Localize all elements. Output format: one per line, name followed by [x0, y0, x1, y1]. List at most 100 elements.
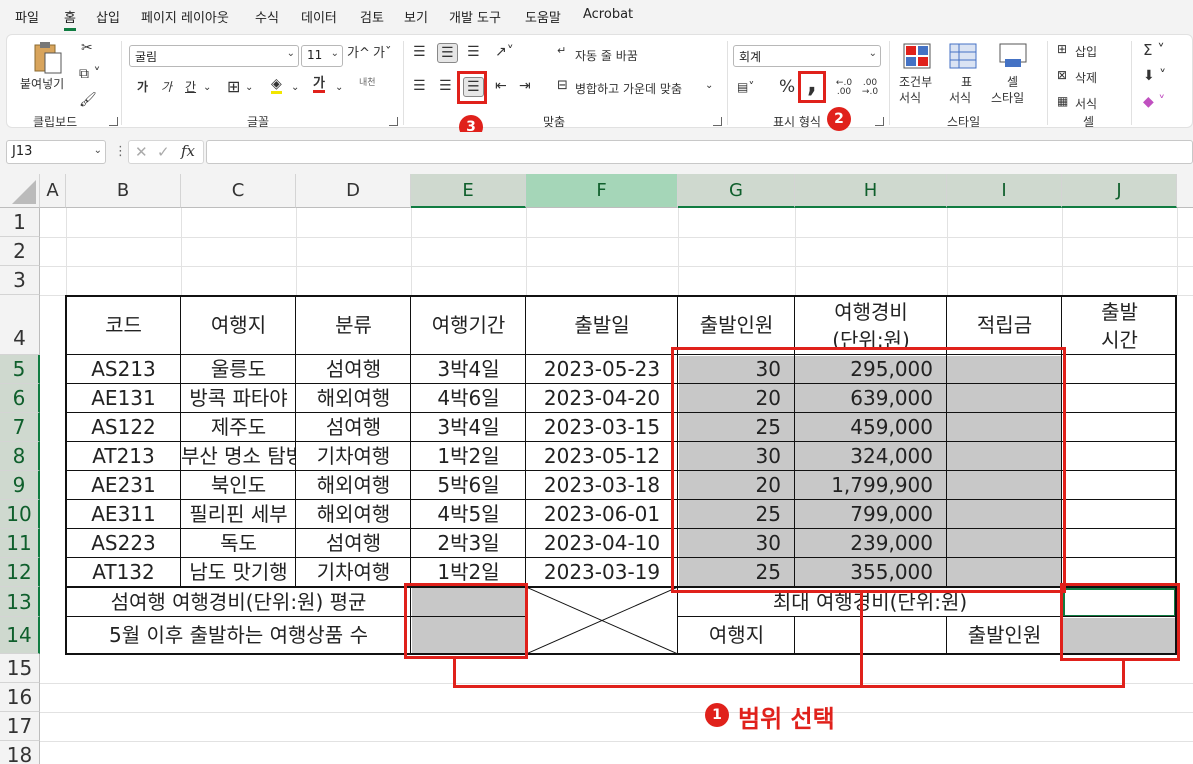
shrink-font-icon[interactable]: 가ˇ: [373, 47, 391, 60]
insert-cells-button[interactable]: 삽입: [1075, 43, 1097, 60]
chevron-down-icon[interactable]: ⌄: [245, 83, 253, 93]
tab-review[interactable]: 검토: [360, 7, 384, 26]
number-launcher-icon[interactable]: [875, 117, 884, 126]
comma-style-icon[interactable]: ,: [807, 71, 817, 97]
cell-category[interactable]: 해외여행: [296, 384, 411, 413]
row-header[interactable]: 15: [0, 654, 40, 683]
row-header[interactable]: 7: [0, 413, 40, 442]
cell-destination[interactable]: 필리핀 세부: [181, 500, 296, 529]
paste-button[interactable]: 붙여넣기: [17, 39, 73, 101]
row-header[interactable]: 13: [0, 587, 40, 617]
cell-cost[interactable]: 355,000: [795, 558, 947, 587]
cell-people[interactable]: 25: [678, 500, 795, 529]
wrap-text-button[interactable]: 자동 줄 바꿈: [575, 47, 638, 64]
align-bottom-icon[interactable]: ☰: [467, 45, 480, 59]
row-header[interactable]: 17: [0, 712, 40, 741]
row-header[interactable]: 11: [0, 529, 40, 558]
cell-category[interactable]: 해외여행: [296, 471, 411, 500]
row-header[interactable]: 3: [0, 266, 40, 295]
col-header[interactable]: G: [678, 174, 795, 208]
row-header[interactable]: 12: [0, 558, 40, 587]
chevron-down-icon[interactable]: ⌄: [203, 83, 211, 93]
cell-cost[interactable]: 459,000: [795, 413, 947, 442]
underline-icon[interactable]: 간: [185, 81, 196, 93]
row-header[interactable]: 1: [0, 208, 40, 237]
decrease-indent-icon[interactable]: ⇤: [495, 79, 507, 93]
border-icon[interactable]: ⊞: [227, 79, 240, 95]
cell-destination[interactable]: 남도 맛기행: [181, 558, 296, 587]
select-all-corner[interactable]: [0, 174, 40, 208]
row-header[interactable]: 9: [0, 471, 40, 500]
cell-cost[interactable]: 239,000: [795, 529, 947, 558]
row-header[interactable]: 8: [0, 442, 40, 471]
row-header[interactable]: 16: [0, 683, 40, 712]
cell-people[interactable]: 30: [678, 355, 795, 384]
tab-help[interactable]: 도움말: [525, 7, 561, 26]
cell-date[interactable]: 2023-03-19: [526, 558, 678, 587]
cell-code[interactable]: AE131: [66, 384, 181, 413]
col-header[interactable]: C: [181, 174, 296, 208]
format-cells-button[interactable]: 서식: [1075, 95, 1097, 112]
cell-period[interactable]: 3박4일: [411, 355, 526, 384]
cell-destination[interactable]: 북인도: [181, 471, 296, 500]
cell-period[interactable]: 1박2일: [411, 558, 526, 587]
cell-period[interactable]: 2박3일: [411, 529, 526, 558]
font-size-combo[interactable]: 11 ⌄: [301, 45, 343, 67]
clipboard-launcher-icon[interactable]: [109, 117, 118, 126]
tab-view[interactable]: 보기: [404, 7, 428, 26]
cell-styles-button[interactable]: 셀 스타일: [987, 39, 1039, 107]
cell-date[interactable]: 2023-04-10: [526, 529, 678, 558]
merge-center-button[interactable]: 병합하고 가운데 맞춤: [575, 80, 682, 97]
cell-cost[interactable]: 324,000: [795, 442, 947, 471]
col-header[interactable]: A: [40, 174, 66, 208]
decrease-decimal-icon[interactable]: .00 →.0: [859, 79, 881, 97]
formula-input[interactable]: [206, 140, 1193, 164]
italic-icon[interactable]: 가: [161, 81, 172, 93]
row-header[interactable]: 18: [0, 741, 40, 764]
cell-destination[interactable]: 부산 명소 탐방: [181, 442, 296, 471]
cell-period[interactable]: 4박5일: [411, 500, 526, 529]
cell-code[interactable]: AS213: [66, 355, 181, 384]
cell-period[interactable]: 3박4일: [411, 413, 526, 442]
format-painter-icon[interactable]: 🖌: [79, 93, 97, 107]
fill-color-icon[interactable]: ◈: [271, 77, 282, 94]
cell-period[interactable]: 5박6일: [411, 471, 526, 500]
wrap-text-icon[interactable]: ↵: [557, 45, 566, 56]
alignment-launcher-icon[interactable]: [713, 117, 722, 126]
cell-people[interactable]: 30: [678, 442, 795, 471]
orientation-icon[interactable]: ↗˅: [495, 45, 514, 59]
col-header[interactable]: D: [296, 174, 411, 208]
format-as-table-button[interactable]: 표 서식: [941, 39, 985, 107]
row-header[interactable]: 2: [0, 237, 40, 266]
cell-category[interactable]: 섬여행: [296, 355, 411, 384]
cell-code[interactable]: AE231: [66, 471, 181, 500]
col-header[interactable]: F: [526, 174, 678, 208]
cell-period[interactable]: 1박2일: [411, 442, 526, 471]
cell-destination[interactable]: 제주도: [181, 413, 296, 442]
chevron-down-icon[interactable]: ⌄: [335, 83, 343, 93]
cell-destination[interactable]: 독도: [181, 529, 296, 558]
increase-decimal-icon[interactable]: ←.0 .00: [833, 79, 855, 97]
align-top-icon[interactable]: ☰: [413, 45, 426, 59]
tab-formulas[interactable]: 수식: [255, 7, 279, 26]
cell-category[interactable]: 섬여행: [296, 413, 411, 442]
grow-font-icon[interactable]: 가^: [347, 47, 370, 60]
cell-cost[interactable]: 639,000: [795, 384, 947, 413]
delete-cells-icon[interactable]: ⊠: [1057, 69, 1067, 81]
cell-category[interactable]: 기차여행: [296, 442, 411, 471]
row-header[interactable]: 14: [0, 617, 40, 654]
chevron-down-icon[interactable]: ⌄: [705, 81, 713, 91]
conditional-format-button[interactable]: 조건부 서식: [895, 39, 939, 107]
delete-cells-button[interactable]: 삭제: [1075, 69, 1097, 86]
cell-date[interactable]: 2023-03-18: [526, 471, 678, 500]
percent-icon[interactable]: %: [779, 79, 795, 96]
tab-acrobat[interactable]: Acrobat: [583, 7, 633, 22]
tab-page-layout[interactable]: 페이지 레이아웃: [141, 7, 229, 26]
cell-code[interactable]: AS223: [66, 529, 181, 558]
col-header[interactable]: H: [795, 174, 947, 208]
cell-date[interactable]: 2023-06-01: [526, 500, 678, 529]
cell-destination[interactable]: 울릉도: [181, 355, 296, 384]
cell-category[interactable]: 섬여행: [296, 529, 411, 558]
active-cell-j13[interactable]: [1063, 588, 1176, 617]
tab-data[interactable]: 데이터: [301, 7, 337, 26]
